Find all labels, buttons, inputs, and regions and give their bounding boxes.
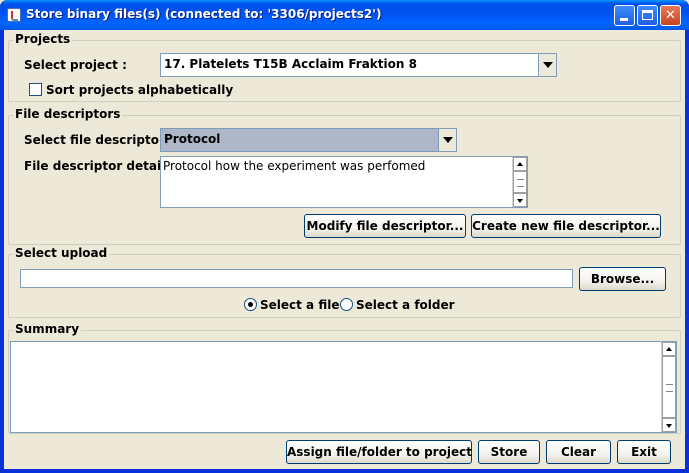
assign-file-folder-button[interactable]: Assign file/folder to project — [286, 440, 472, 464]
project-select[interactable]: 17. Platelets T15B Acclaim Fraktion 8 — [160, 53, 557, 77]
scroll-down-icon[interactable] — [662, 418, 676, 432]
select-folder-radio[interactable] — [340, 298, 353, 311]
summary-scrollbar[interactable] — [661, 342, 676, 432]
create-file-descriptor-button[interactable]: Create new file descriptor... — [471, 214, 661, 238]
app-window: Store binary files(s) (connected to: '33… — [0, 0, 689, 473]
title-bar[interactable]: Store binary files(s) (connected to: '33… — [0, 0, 689, 30]
sort-projects-label: Sort projects alphabetically — [46, 83, 234, 97]
select-project-label: Select project : — [24, 58, 127, 72]
minimize-icon — [620, 18, 628, 21]
select-upload-group-title: Select upload — [13, 246, 110, 260]
scroll-thumb[interactable] — [513, 171, 527, 193]
upload-path-input[interactable] — [20, 269, 573, 288]
file-descriptor-details-label: File descriptor details : — [24, 159, 182, 173]
modify-file-descriptor-button[interactable]: Modify file descriptor... — [304, 214, 466, 238]
select-file-label: Select a file — [260, 298, 340, 312]
select-folder-label: Select a folder — [356, 298, 455, 312]
file-descriptor-details-text[interactable]: Protocol how the experiment was perfomed — [160, 156, 528, 208]
browse-button[interactable]: Browse... — [579, 267, 666, 291]
select-file-radio[interactable] — [244, 298, 257, 311]
scroll-thumb[interactable] — [662, 356, 676, 418]
projects-group-title: Projects — [13, 32, 73, 46]
details-scrollbar[interactable] — [512, 157, 527, 207]
file-descriptor-select[interactable]: Protocol — [160, 128, 457, 152]
store-button[interactable]: Store — [478, 440, 540, 464]
window-title: Store binary files(s) (connected to: '33… — [26, 7, 382, 21]
selected-file-descriptor: Protocol — [164, 132, 221, 146]
summary-text-area[interactable] — [10, 341, 677, 433]
sort-projects-checkbox[interactable] — [29, 83, 42, 96]
scroll-up-icon[interactable] — [513, 157, 527, 171]
window-frame-bottom — [0, 469, 689, 473]
close-button[interactable]: ✕ — [660, 5, 681, 26]
file-descriptors-group-title: File descriptors — [13, 107, 123, 121]
window-frame-right — [685, 30, 689, 473]
exit-button[interactable]: Exit — [617, 440, 671, 464]
scroll-down-icon[interactable] — [513, 193, 527, 207]
selected-project: 17. Platelets T15B Acclaim Fraktion 8 — [164, 57, 417, 71]
select-file-descriptor-label: Select file descriptor : — [24, 133, 174, 147]
minimize-button[interactable] — [614, 5, 635, 26]
scroll-up-icon[interactable] — [662, 342, 676, 356]
file-descriptor-details-content: Protocol how the experiment was perfomed — [163, 159, 426, 173]
maximize-button[interactable] — [637, 5, 658, 26]
maximize-icon — [642, 10, 653, 20]
dialog-content: Projects Select project : 17. Platelets … — [4, 30, 685, 469]
clear-button[interactable]: Clear — [546, 440, 611, 464]
chevron-down-icon[interactable] — [438, 129, 456, 151]
java-cup-icon — [7, 8, 21, 22]
close-icon: ✕ — [665, 8, 676, 23]
summary-group-title: Summary — [13, 322, 82, 336]
chevron-down-icon[interactable] — [538, 54, 556, 76]
